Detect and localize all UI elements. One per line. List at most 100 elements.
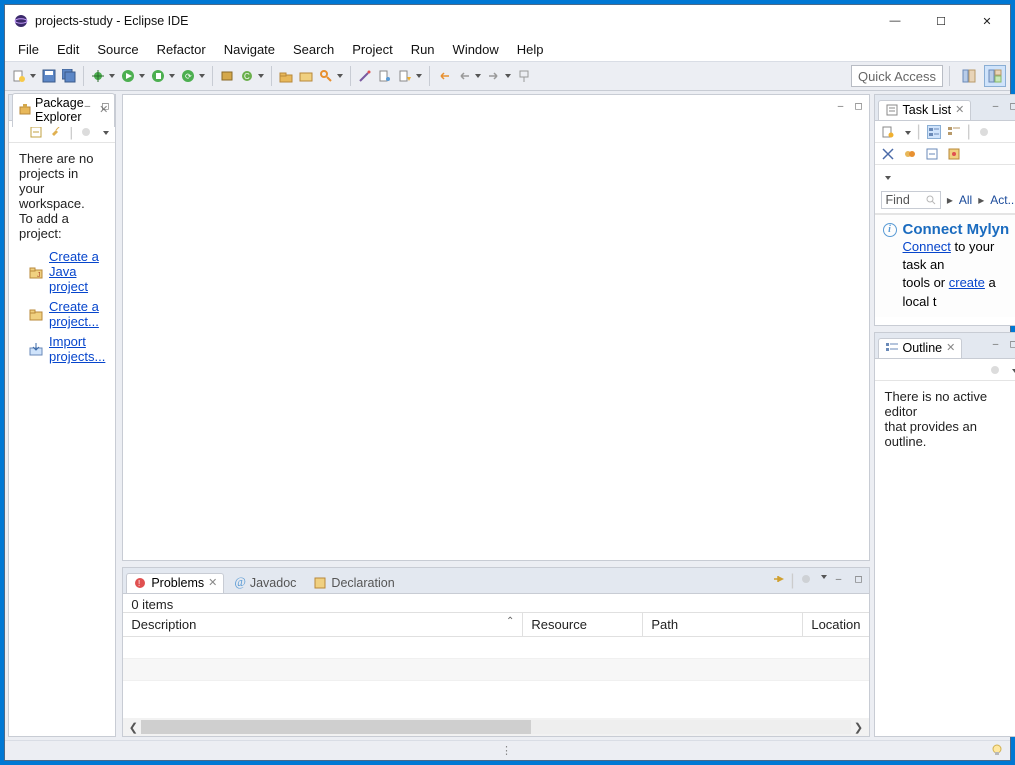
horizontal-scrollbar[interactable]: ❮ ❯	[123, 718, 868, 736]
filter-activate-link[interactable]: Act...	[990, 193, 1015, 207]
open-perspective-button[interactable]	[958, 65, 980, 87]
debug-button[interactable]	[89, 67, 107, 85]
run-last-button[interactable]: ⟳	[179, 67, 197, 85]
scroll-right-icon[interactable]: ❯	[851, 721, 867, 734]
mylyn-text: tools or	[903, 275, 949, 290]
window-close-button[interactable]: ✕	[964, 5, 1010, 37]
maximize-view-button[interactable]: ◻	[1006, 99, 1015, 113]
problems-tab[interactable]: ! Problems ✕	[126, 573, 224, 593]
eclipse-app-icon	[13, 13, 29, 29]
view-menu-icon[interactable]	[885, 176, 891, 180]
synchronize-icon[interactable]	[903, 147, 917, 161]
focus-outline-icon[interactable]	[988, 363, 1002, 377]
dropdown-icon[interactable]	[905, 131, 911, 135]
view-menu-icon[interactable]	[821, 575, 827, 590]
hide-icon[interactable]	[881, 147, 895, 161]
save-button[interactable]	[40, 67, 58, 85]
close-icon[interactable]: ✕	[946, 341, 955, 354]
menu-project[interactable]: Project	[343, 40, 401, 59]
close-icon[interactable]: ✕	[208, 576, 217, 589]
create-project-link[interactable]: Create a project...	[49, 299, 105, 329]
menu-edit[interactable]: Edit	[48, 40, 88, 59]
menu-search[interactable]: Search	[284, 40, 343, 59]
new-button[interactable]	[10, 67, 28, 85]
svg-text:C: C	[244, 72, 250, 81]
run-button[interactable]	[119, 67, 137, 85]
focus-workweek-icon[interactable]	[977, 125, 991, 139]
filter-icon[interactable]	[799, 572, 813, 586]
tip-icon[interactable]	[990, 743, 1004, 757]
categorized-icon[interactable]	[927, 125, 941, 139]
java-perspective-button[interactable]	[984, 65, 1006, 87]
toggle-mark-button[interactable]	[356, 67, 374, 85]
last-edit-button[interactable]	[435, 67, 453, 85]
find-label: Find	[886, 193, 910, 207]
col-path[interactable]: Path	[643, 613, 803, 636]
minimize-view-button[interactable]: –	[79, 99, 95, 113]
outline-tab[interactable]: Outline ✕	[878, 338, 963, 358]
prev-annotation-button[interactable]	[396, 67, 414, 85]
menu-window[interactable]: Window	[444, 40, 508, 59]
find-field[interactable]: Find	[881, 191, 941, 209]
save-all-button[interactable]	[60, 67, 78, 85]
menu-navigate[interactable]: Navigate	[215, 40, 284, 59]
collapse-icon[interactable]	[925, 147, 939, 161]
open-task-button[interactable]	[297, 67, 315, 85]
scroll-left-icon[interactable]: ❮	[125, 721, 141, 734]
maximize-view-button[interactable]: ◻	[851, 572, 867, 586]
menu-refactor[interactable]: Refactor	[148, 40, 215, 59]
view-menu-icon[interactable]	[1012, 369, 1015, 373]
focus-icon[interactable]	[772, 572, 786, 586]
maximize-editor-button[interactable]: ◻	[851, 99, 867, 113]
maximize-view-button[interactable]: ◻	[1006, 337, 1015, 351]
next-annotation-button[interactable]	[376, 67, 394, 85]
create-java-project-link[interactable]: Create a Java project	[49, 249, 105, 294]
maximize-view-button[interactable]: ◻	[97, 99, 113, 113]
col-location[interactable]: Location	[803, 613, 868, 636]
collapse-all-icon[interactable]	[29, 125, 43, 139]
scheduled-icon[interactable]	[947, 125, 961, 139]
declaration-tab[interactable]: Declaration	[306, 573, 401, 593]
show-ui-legend-icon[interactable]	[947, 147, 961, 161]
svg-text:!: !	[138, 579, 140, 588]
new-class-button[interactable]: C	[238, 67, 256, 85]
minimize-view-button[interactable]: –	[988, 99, 1004, 113]
minimize-view-button[interactable]: –	[988, 337, 1004, 351]
col-description[interactable]: Description	[123, 613, 523, 636]
import-projects-link[interactable]: Import projects...	[49, 334, 105, 364]
col-resource[interactable]: Resource	[523, 613, 643, 636]
link-editor-icon[interactable]	[49, 125, 63, 139]
problems-view: ! Problems ✕ @ Javadoc Declaration	[122, 567, 869, 737]
search-button[interactable]	[317, 67, 335, 85]
mylyn-create-link[interactable]: create	[949, 275, 985, 290]
scroll-thumb[interactable]	[141, 720, 531, 734]
menu-help[interactable]: Help	[508, 40, 553, 59]
window-title: projects-study - Eclipse IDE	[35, 14, 872, 28]
javadoc-tab[interactable]: @ Javadoc	[227, 572, 303, 593]
view-menu-icon[interactable]	[103, 131, 109, 135]
menu-run[interactable]: Run	[402, 40, 444, 59]
new-task-icon[interactable]	[881, 125, 895, 139]
close-icon[interactable]: ✕	[955, 103, 964, 116]
problems-icon: !	[133, 576, 147, 590]
window-minimize-button[interactable]: —	[872, 5, 918, 37]
menu-file[interactable]: File	[9, 40, 48, 59]
quick-access-field[interactable]: Quick Access	[851, 65, 943, 87]
coverage-button[interactable]	[149, 67, 167, 85]
window-maximize-button[interactable]: ☐	[918, 5, 964, 37]
new-package-button[interactable]	[218, 67, 236, 85]
back-history-button[interactable]	[455, 67, 473, 85]
minimize-view-button[interactable]: –	[831, 572, 847, 586]
toolbar-separator	[271, 66, 272, 86]
open-type-button[interactable]	[277, 67, 295, 85]
minimize-editor-button[interactable]: –	[833, 99, 849, 113]
tab-label: Declaration	[331, 576, 394, 590]
forward-history-button[interactable]	[485, 67, 503, 85]
filter-all-link[interactable]: All	[959, 193, 972, 207]
mylyn-connect-link[interactable]: Connect	[903, 239, 951, 254]
task-list-icon	[885, 103, 899, 117]
pin-editor-button[interactable]	[515, 67, 533, 85]
task-list-tab[interactable]: Task List ✕	[878, 100, 972, 120]
focus-task-icon[interactable]	[79, 125, 93, 139]
menu-source[interactable]: Source	[88, 40, 147, 59]
